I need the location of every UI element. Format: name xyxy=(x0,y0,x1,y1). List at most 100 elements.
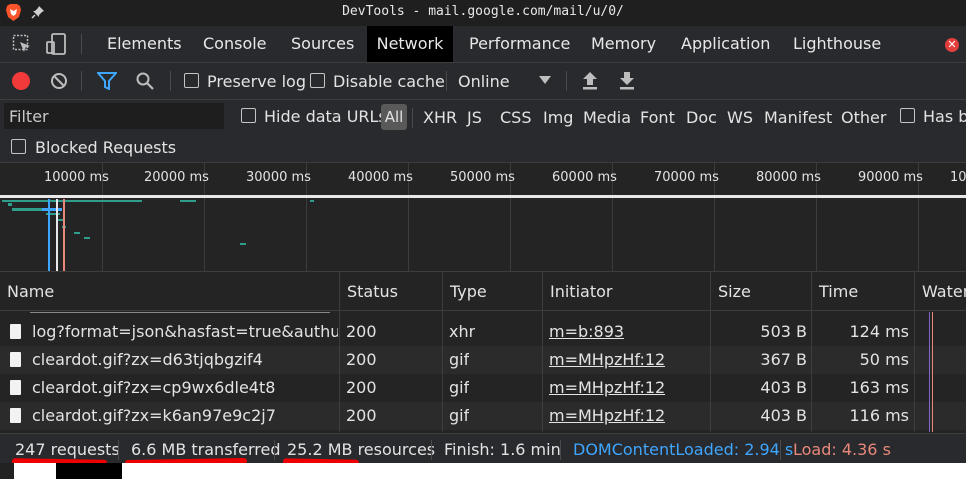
filter-font[interactable]: Font xyxy=(640,108,675,127)
filter-js[interactable]: JS xyxy=(467,108,482,127)
table-row[interactable]: log?format=json&hasfast=true&authuser...… xyxy=(0,318,966,346)
import-har-icon[interactable] xyxy=(582,71,598,91)
device-toolbar-icon[interactable] xyxy=(46,32,68,56)
transferred-size: 6.6 MB transferred xyxy=(131,440,281,459)
overview-tick-label: 10 xyxy=(950,170,966,185)
table-row[interactable]: cleardot.gif?zx=d63tjqbgzif4 200 gif m=M… xyxy=(0,346,966,374)
network-overview[interactable]: 10000 ms 20000 ms 30000 ms 40000 ms 5000… xyxy=(0,163,966,272)
waterfall-marker xyxy=(929,312,930,432)
record-icon[interactable] xyxy=(12,72,30,90)
column-status[interactable]: Status xyxy=(339,272,443,310)
cursor-marker xyxy=(56,199,58,271)
column-waterfall[interactable]: Waterfall xyxy=(914,272,966,310)
filter-manifest[interactable]: Manifest xyxy=(764,108,832,127)
window-title: DevTools - mail.google.com/mail/u/0/ xyxy=(342,4,624,19)
filter-placeholder: Filter xyxy=(9,107,49,126)
column-time[interactable]: Time xyxy=(811,272,915,310)
overview-tick-label: 40000 ms xyxy=(348,170,413,185)
blocked-requests-label: Blocked Requests xyxy=(35,138,177,157)
load-marker xyxy=(63,199,65,271)
filter-css[interactable]: CSS xyxy=(500,108,531,127)
filter-doc[interactable]: Doc xyxy=(686,108,717,127)
throttling-select[interactable]: Online xyxy=(458,72,510,91)
overview-tick-label: 30000 ms xyxy=(246,170,311,185)
disable-cache-checkbox[interactable] xyxy=(310,73,325,88)
tab-console[interactable]: Console xyxy=(192,26,278,62)
request-status: 200 xyxy=(346,350,377,369)
request-initiator-link[interactable]: m=MHpzHf:12 xyxy=(549,346,665,374)
filter-icon[interactable] xyxy=(97,72,117,90)
devtools-tab-bar: Elements Console Sources Network Perform… xyxy=(0,26,966,63)
request-name: cleardot.gif?zx=cp9wx6dle4t8 xyxy=(32,378,276,397)
table-row[interactable]: cleardot.gif?zx=k6an97e9c2j7 200 gif m=M… xyxy=(0,402,966,430)
tab-application[interactable]: Application xyxy=(670,26,781,62)
request-initiator-link[interactable]: m=b:893 xyxy=(549,318,624,346)
column-size[interactable]: Size xyxy=(710,272,812,310)
dropdown-arrow-icon xyxy=(539,76,551,84)
tab-network[interactable]: Network xyxy=(367,26,453,62)
column-name[interactable]: Name xyxy=(0,272,340,310)
column-initiator[interactable]: Initiator xyxy=(542,272,711,310)
filter-xhr[interactable]: XHR xyxy=(423,108,457,127)
overview-tick-label: 50000 ms xyxy=(450,170,515,185)
request-initiator-link[interactable]: m=MHpzHf:12 xyxy=(549,374,665,402)
tab-sources[interactable]: Sources xyxy=(280,26,365,62)
dom-content-loaded-time: DOMContentLoaded: 2.94 s xyxy=(573,440,794,459)
request-initiator-link[interactable]: m=MHpzHf:12 xyxy=(549,402,665,430)
tab-performance[interactable]: Performance xyxy=(458,26,581,62)
clipped-row xyxy=(30,310,690,313)
waterfall-load-marker xyxy=(932,312,933,432)
request-type: gif xyxy=(449,350,470,369)
request-type: gif xyxy=(449,406,470,425)
has-blocked-cookies-checkbox[interactable] xyxy=(900,108,915,123)
network-toolbar: Preserve log Disable cache Online xyxy=(0,63,966,100)
preserve-log-checkbox[interactable] xyxy=(184,73,199,88)
request-size: 403 B xyxy=(760,406,807,425)
overview-progress-line xyxy=(0,195,966,198)
filter-media[interactable]: Media xyxy=(583,108,631,127)
overview-tick-label: 20000 ms xyxy=(144,170,209,185)
export-har-icon[interactable] xyxy=(619,71,635,91)
request-type: gif xyxy=(449,378,470,397)
overview-tick-label: 90000 ms xyxy=(858,170,923,185)
bottom-strip xyxy=(0,463,966,479)
tab-lighthouse[interactable]: Lighthouse xyxy=(782,26,892,62)
finish-time: Finish: 1.6 min xyxy=(444,440,561,459)
blocked-requests-checkbox[interactable] xyxy=(11,139,26,154)
overview-tick-label: 10000 ms xyxy=(44,170,109,185)
request-size: 367 B xyxy=(760,350,807,369)
request-type: xhr xyxy=(449,322,476,341)
filter-input[interactable]: Filter xyxy=(4,103,224,129)
tab-memory[interactable]: Memory xyxy=(580,26,667,62)
tab-elements[interactable]: Elements xyxy=(96,26,193,62)
request-name: cleardot.gif?zx=k6an97e9c2j7 xyxy=(32,406,276,425)
file-icon xyxy=(10,324,21,339)
status-bar: 247 requests 6.6 MB transferred 25.2 MB … xyxy=(0,433,966,467)
request-time: 50 ms xyxy=(859,350,909,369)
hide-data-urls-checkbox[interactable] xyxy=(241,108,256,123)
search-icon[interactable] xyxy=(136,72,154,90)
clear-icon[interactable] xyxy=(50,72,68,90)
hide-data-urls-label: Hide data URLs xyxy=(264,107,387,126)
dom-content-loaded-marker xyxy=(48,199,50,271)
overview-tick-label: 60000 ms xyxy=(552,170,617,185)
overview-tick-label: 80000 ms xyxy=(756,170,821,185)
request-status: 200 xyxy=(346,378,377,397)
filter-img[interactable]: Img xyxy=(543,108,573,127)
file-icon xyxy=(10,352,21,367)
close-devtools-icon[interactable]: ✕ xyxy=(945,38,959,52)
disable-cache-label: Disable cache xyxy=(333,72,445,91)
request-name: log?format=json&hasfast=true&authuser... xyxy=(32,322,338,341)
request-size: 403 B xyxy=(760,378,807,397)
filter-other[interactable]: Other xyxy=(841,108,886,127)
title-bar: DevTools - mail.google.com/mail/u/0/ xyxy=(0,0,966,26)
table-row[interactable]: cleardot.gif?zx=cp9wx6dle4t8 200 gif m=M… xyxy=(0,374,966,402)
filter-all-button[interactable]: All xyxy=(381,104,407,130)
inspect-element-icon[interactable] xyxy=(12,34,32,54)
column-type[interactable]: Type xyxy=(442,272,543,310)
resources-size: 25.2 MB resources xyxy=(287,440,436,459)
file-icon xyxy=(10,408,21,423)
overview-tick-label: 70000 ms xyxy=(654,170,719,185)
filter-ws[interactable]: WS xyxy=(727,108,753,127)
has-blocked-cookies-label: Has bl xyxy=(923,107,966,126)
